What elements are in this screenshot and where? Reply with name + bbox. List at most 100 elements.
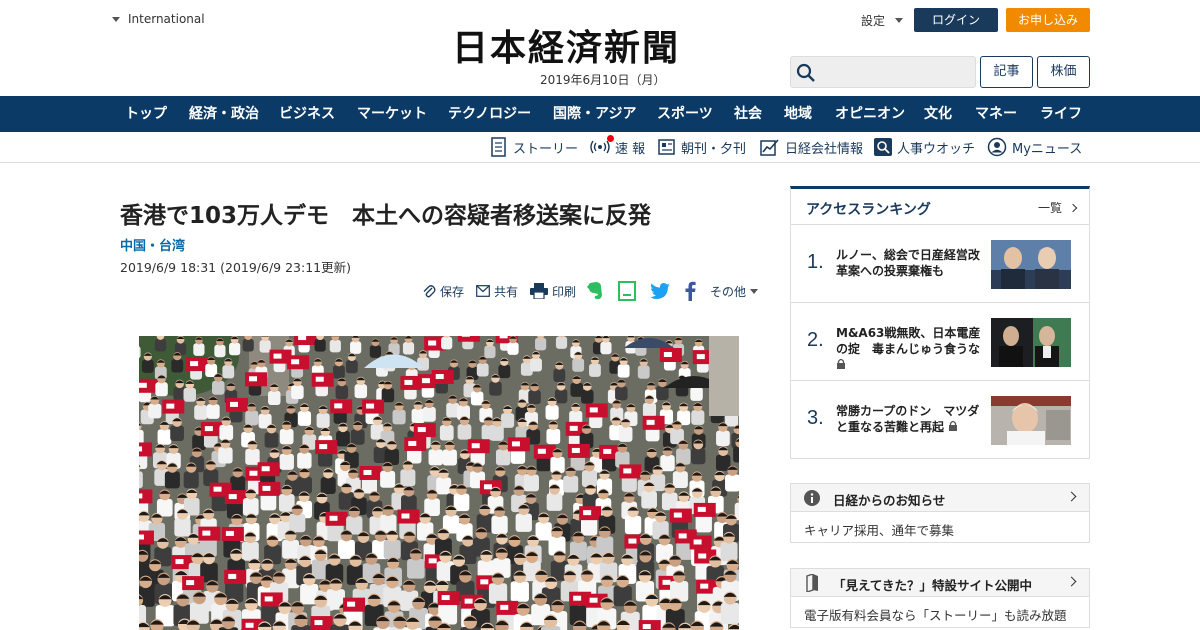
article-photo-protest-crowd — [139, 336, 739, 630]
ranking-number: 3. — [807, 407, 824, 429]
chevron-right-icon — [1068, 203, 1078, 213]
main-nav: トップ 経済・政治 ビジネス マーケット テクノロジー 国際・アジア スポーツ … — [0, 96, 1200, 132]
chevron-right-icon — [1066, 491, 1077, 502]
subscribe-button[interactable]: お申し込み — [1006, 8, 1090, 32]
printer-icon — [530, 283, 548, 299]
nav-item-culture[interactable]: 文化 — [924, 96, 952, 132]
newspaper-icon — [658, 139, 675, 155]
subnav-breaking-label: 速 報 — [615, 141, 646, 157]
subnav-personnel[interactable]: 人事ウオッチ — [874, 136, 975, 158]
ranking-item[interactable]: 1. ルノー、総会で日産経営改革案への投票棄権も — [791, 224, 1089, 302]
settings-label: 設定 — [861, 14, 886, 28]
ranking-thumbnail — [991, 318, 1071, 367]
subnav-story[interactable]: ストーリー — [490, 136, 578, 158]
ranking-title: アクセスランキング — [806, 202, 931, 218]
nav-item-region[interactable]: 地域 — [784, 96, 812, 132]
nav-item-economy-politics[interactable]: 経済・政治 — [189, 96, 259, 132]
ranking-headline: ルノー、総会で日産経営改革案への投票棄権も — [836, 248, 980, 278]
ranking-item[interactable]: 2. M&A63戦無敗、日本電産の掟 毒まんじゅう食うな — [791, 302, 1089, 380]
search-icon[interactable] — [796, 63, 816, 83]
subnav-company-info[interactable]: 日経会社情報 — [760, 136, 863, 158]
article-category-link[interactable]: 中国・台湾 — [120, 235, 185, 254]
subnav-mynews[interactable]: Myニュース — [987, 136, 1082, 158]
user-icon — [987, 137, 1007, 157]
chevron-right-icon — [1066, 576, 1077, 587]
more-label: その他 — [710, 284, 747, 299]
promo-body: 電子版有料会員なら「ストーリー」も読み放題 — [804, 608, 1067, 623]
evernote-button[interactable] — [586, 280, 604, 302]
ranking-headline-text: M&A63戦無敗、日本電産の掟 毒まんじゅう食うな — [836, 326, 981, 356]
ranking-view-all-label: 一覧 — [1038, 201, 1063, 215]
region-selector[interactable]: International — [112, 12, 205, 26]
ranking-headline: 常勝カープのドン マツダと重なる苦難と再起 — [836, 403, 986, 435]
twitter-icon — [650, 283, 670, 299]
nav-item-sports[interactable]: スポーツ — [657, 96, 713, 132]
lock-icon — [949, 420, 958, 431]
search-box — [790, 56, 976, 88]
chart-trend-icon — [760, 139, 779, 156]
twitter-button[interactable] — [650, 280, 670, 302]
book-icon — [806, 574, 818, 592]
top-header: International 日本経済新聞 2019年6月10日（月） 設定 ログ… — [0, 0, 1200, 96]
subnav-mynews-label: Myニュース — [1012, 141, 1083, 157]
nav-item-market[interactable]: マーケット — [357, 96, 427, 132]
mail-icon — [476, 285, 490, 297]
paperclip-icon — [423, 285, 436, 298]
promo-header: 「見えてきた？」特設サイト公開中 — [791, 569, 1089, 597]
subnav-personnel-label: 人事ウオッチ — [897, 141, 976, 157]
lock-icon — [837, 358, 845, 369]
login-button[interactable]: ログイン — [914, 8, 998, 32]
crowd-image — [139, 336, 739, 630]
nav-item-money[interactable]: マネー — [975, 96, 1017, 132]
nav-item-top[interactable]: トップ — [125, 96, 167, 132]
ranking-headline: M&A63戦無敗、日本電産の掟 毒まんじゅう食うな — [836, 325, 986, 373]
ranking-thumbnail — [991, 396, 1071, 445]
article-timestamp: 2019/6/9 18:31 (2019/6/9 23:11更新) — [120, 260, 351, 275]
caret-down-icon — [895, 18, 904, 23]
search-input[interactable] — [821, 61, 971, 83]
current-date: 2019年6月10日（月） — [540, 73, 666, 87]
nikkei-notice-box[interactable]: 日経からのお知らせ キャリア採用、通年で募集 — [790, 483, 1090, 543]
article-headline: 香港で103万人デモ 本土への容疑者移送案に反発 — [120, 203, 652, 229]
region-label: International — [128, 12, 205, 26]
note-button[interactable] — [618, 280, 636, 302]
facebook-button[interactable] — [684, 280, 696, 302]
document-icon — [491, 137, 506, 157]
ranking-item[interactable]: 3. 常勝カープのドン マツダと重なる苦難と再起 — [791, 380, 1089, 458]
settings-menu[interactable]: 設定 — [861, 12, 904, 29]
nav-item-international[interactable]: 国際・アジア — [553, 96, 636, 132]
caret-down-icon — [750, 288, 759, 294]
more-options-button[interactable]: その他 — [710, 280, 759, 302]
save-label: 保存 — [440, 284, 465, 299]
save-button[interactable]: 保存 — [422, 280, 464, 302]
subnav-company-info-label: 日経会社情報 — [785, 141, 864, 157]
nav-item-society[interactable]: 社会 — [734, 96, 762, 132]
share-button[interactable]: 共有 — [476, 280, 518, 302]
magnifier-icon — [874, 138, 892, 156]
subnav-story-label: ストーリー — [513, 141, 579, 157]
print-button[interactable]: 印刷 — [530, 280, 576, 302]
subnav-edition-label: 朝刊・夕刊 — [681, 141, 747, 157]
ranking-number: 1. — [807, 251, 824, 273]
notice-header: 日経からのお知らせ — [791, 484, 1089, 512]
notice-title: 日経からのお知らせ — [833, 493, 946, 508]
subnav-breaking[interactable]: 速 報 — [590, 136, 645, 158]
nav-item-opinion[interactable]: オピニオン — [835, 96, 905, 132]
print-label: 印刷 — [552, 284, 577, 299]
site-logo[interactable]: 日本経済新聞 — [452, 28, 748, 68]
share-label: 共有 — [494, 284, 519, 299]
promo-title: 「見えてきた？」特設サイト公開中 — [833, 578, 1033, 593]
nav-item-life[interactable]: ライフ — [1040, 96, 1082, 132]
nav-item-technology[interactable]: テクノロジー — [448, 96, 531, 132]
story-promo-box[interactable]: 「見えてきた？」特設サイト公開中 電子版有料会員なら「ストーリー」も読み放題 — [790, 568, 1090, 628]
ranking-thumbnail — [991, 240, 1071, 289]
subnav-edition[interactable]: 朝刊・夕刊 — [658, 136, 746, 158]
sub-nav: ストーリー 速 報 朝刊・夕刊 日経会社情報 人事ウオッチ Myニュース — [0, 132, 1200, 163]
breaking-news-indicator — [607, 135, 614, 142]
ranking-view-all-link[interactable]: 一覧 — [1038, 199, 1078, 216]
evernote-icon — [587, 282, 602, 300]
info-icon — [804, 490, 820, 506]
nav-item-business[interactable]: ビジネス — [279, 96, 335, 132]
search-articles-button[interactable]: 記事 — [980, 56, 1033, 88]
search-stocks-button[interactable]: 株価 — [1037, 56, 1090, 88]
